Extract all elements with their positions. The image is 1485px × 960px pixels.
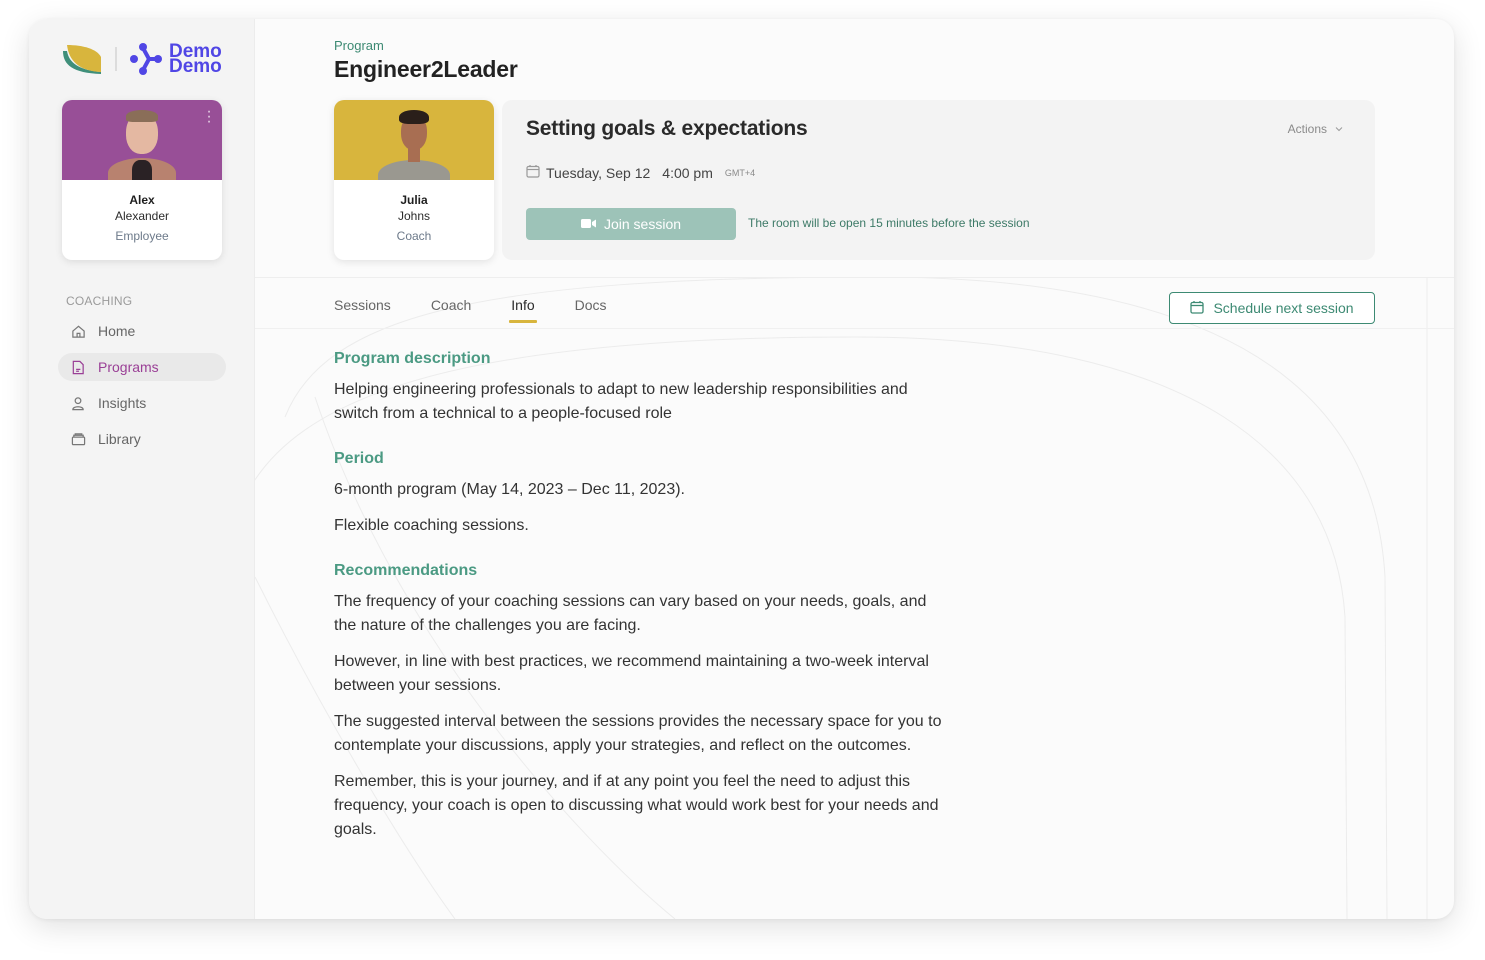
sidebar-item-label: Programs bbox=[98, 359, 159, 375]
period-paragraph: Flexible coaching sessions. bbox=[334, 517, 529, 534]
actions-label: Actions bbox=[1287, 122, 1327, 136]
sidebar-item-programs[interactable]: Programs bbox=[58, 353, 226, 381]
schedule-next-session-button[interactable]: Schedule next session bbox=[1169, 292, 1375, 324]
program-eyebrow: Program bbox=[334, 38, 384, 53]
sidebar-item-label: Library bbox=[98, 431, 141, 447]
description-section: Program description Helping engineering … bbox=[334, 350, 944, 426]
tab-coach[interactable]: Coach bbox=[431, 297, 471, 323]
recommendation-paragraph: The frequency of your coaching sessions … bbox=[334, 593, 927, 634]
calendar-icon bbox=[526, 164, 540, 181]
sidebar-item-insights[interactable]: Insights bbox=[58, 389, 226, 417]
document-icon bbox=[70, 359, 86, 375]
user-first-name: Alex bbox=[129, 193, 155, 207]
user-profile-card[interactable]: · · · Alex Alexander Employee bbox=[62, 100, 222, 260]
period-paragraph: 6-month program (May 14, 2023 – Dec 11, … bbox=[334, 481, 685, 498]
brand-name: Demo Demo bbox=[169, 42, 222, 77]
coach-card[interactable]: Julia Johns Coach bbox=[334, 100, 494, 260]
tabs-divider bbox=[255, 328, 1454, 329]
sidebar: Demo Demo ··· Alex Alexander Employee bbox=[29, 19, 255, 919]
sidebar-nav: Home Programs Insights Library bbox=[58, 317, 226, 461]
join-session-label: Join session bbox=[603, 216, 682, 232]
brand-molecule-icon bbox=[130, 43, 162, 75]
sidebar-item-library[interactable]: Library bbox=[58, 425, 226, 453]
program-info: Program description Helping engineering … bbox=[334, 350, 944, 866]
brand-name-line2: Demo bbox=[169, 56, 222, 77]
nav-section-label: COACHING bbox=[66, 294, 133, 308]
main-content: Program Engineer2Leader Julia Johns Coac… bbox=[255, 19, 1454, 919]
coach-last-name: Johns bbox=[397, 209, 431, 223]
tab-sessions[interactable]: Sessions bbox=[334, 297, 391, 323]
description-text: Helping engineering professionals to ada… bbox=[334, 381, 908, 422]
brand-logo: Demo Demo bbox=[129, 42, 222, 76]
session-timezone: GMT+4 bbox=[724, 167, 756, 178]
recommendation-paragraph: Remember, this is your journey, and if a… bbox=[334, 773, 939, 838]
sidebar-item-label: Insights bbox=[98, 395, 147, 411]
logo-separator bbox=[115, 47, 117, 71]
coach-avatar bbox=[334, 100, 494, 180]
session-datetime: Tuesday, Sep 12 4:00 pm GMT+4 bbox=[526, 164, 755, 181]
user-last-name: Alexander bbox=[114, 209, 170, 223]
user-icon bbox=[70, 395, 86, 411]
period-section: Period 6-month program (May 14, 2023 – D… bbox=[334, 450, 944, 538]
partner-leaf-logo bbox=[61, 43, 103, 75]
period-heading: Period bbox=[334, 450, 384, 467]
session-date: Tuesday, Sep 12 bbox=[546, 164, 651, 181]
sidebar-item-label: Home bbox=[98, 323, 136, 339]
video-camera-icon bbox=[580, 216, 596, 232]
header-divider bbox=[255, 277, 1454, 278]
calendar-icon bbox=[1190, 300, 1205, 317]
tab-docs[interactable]: Docs bbox=[575, 297, 607, 323]
recommendations-heading: Recommendations bbox=[334, 562, 478, 579]
page-title: Engineer2Leader bbox=[334, 56, 518, 82]
description-heading: Program description bbox=[334, 350, 491, 367]
session-title: Setting goals & expectations bbox=[526, 117, 808, 140]
coach-first-name: Julia bbox=[400, 193, 428, 207]
user-role: Employee bbox=[115, 229, 169, 243]
app-window: Demo Demo ··· Alex Alexander Employee bbox=[29, 19, 1454, 919]
actions-dropdown[interactable]: Actions bbox=[1288, 122, 1343, 136]
user-avatar: · · · bbox=[62, 100, 222, 180]
chevron-down-icon bbox=[1335, 124, 1343, 134]
recommendation-paragraph: However, in line with best practices, we… bbox=[334, 653, 929, 694]
join-session-button[interactable]: Join session bbox=[526, 208, 736, 240]
more-options-icon[interactable]: · · · bbox=[206, 104, 212, 130]
home-icon bbox=[70, 323, 86, 339]
schedule-next-session-label: Schedule next session bbox=[1213, 300, 1354, 316]
recommendations-section: Recommendations The frequency of your co… bbox=[334, 562, 944, 842]
tab-bar: Sessions Coach Info Docs bbox=[334, 297, 647, 323]
sidebar-item-home[interactable]: Home bbox=[58, 317, 226, 345]
recommendation-paragraph: The suggested interval between the sessi… bbox=[334, 713, 942, 754]
coach-role: Coach bbox=[396, 229, 432, 243]
session-time: 4:00 pm bbox=[662, 164, 713, 181]
tab-info[interactable]: Info bbox=[509, 297, 538, 323]
archive-icon bbox=[70, 431, 86, 447]
room-open-note: The room will be open 15 minutes before … bbox=[748, 216, 1030, 230]
logo[interactable]: Demo Demo bbox=[61, 41, 222, 77]
session-card: Setting goals & expectations Actions Tue… bbox=[502, 100, 1375, 260]
